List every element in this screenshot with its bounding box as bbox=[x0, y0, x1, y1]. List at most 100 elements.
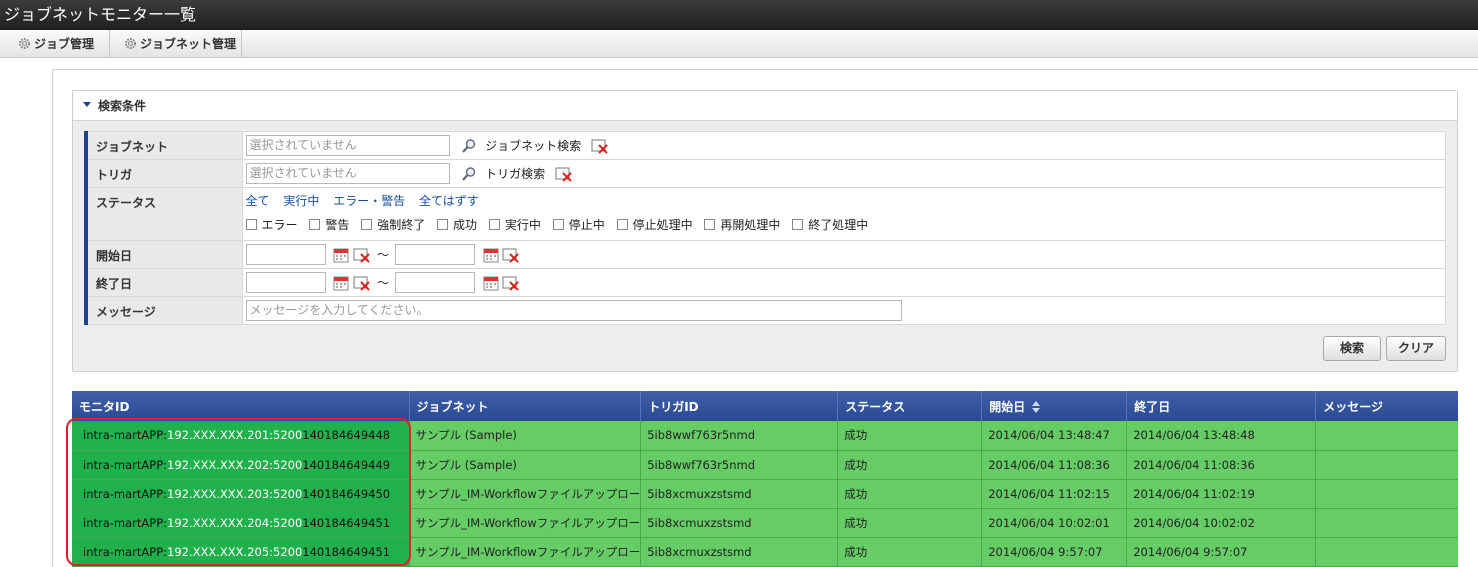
date-range-separator: 〜 bbox=[376, 248, 389, 262]
jobnet-search-link[interactable]: ジョブネット検索 bbox=[485, 139, 581, 153]
status-cell: 成功 bbox=[837, 537, 983, 567]
column-header-jobnet[interactable]: ジョブネット bbox=[409, 391, 642, 421]
message-input[interactable]: メッセージを入力してください。 bbox=[245, 300, 902, 321]
calendar-icon[interactable] bbox=[483, 275, 499, 291]
clear-icon[interactable] bbox=[555, 166, 573, 182]
search-icon[interactable] bbox=[461, 138, 477, 154]
table-row[interactable]: intra-martAPP:192.XXX.XXX.204:5200140184… bbox=[72, 508, 1458, 538]
start-date-cell: 2014/06/04 11:08:36 bbox=[981, 450, 1128, 480]
status-link-running[interactable]: 実行中 bbox=[283, 194, 319, 208]
results-table: モニタID ジョブネット トリガID ステータス 開始日 終了日 メッセージ i… bbox=[72, 391, 1458, 567]
message-cell bbox=[1315, 450, 1458, 480]
end-date-from-input[interactable] bbox=[245, 272, 326, 293]
end-date-label: 終了日 bbox=[84, 268, 243, 297]
message-cell bbox=[1315, 421, 1458, 451]
start-date-cell: 2014/06/04 10:02:01 bbox=[981, 508, 1128, 538]
status-cell: 成功 bbox=[837, 450, 983, 480]
status-checkbox-running[interactable] bbox=[488, 219, 500, 230]
end-date-to-input[interactable] bbox=[394, 272, 475, 293]
status-checkbox-ending[interactable] bbox=[792, 219, 804, 230]
clear-icon[interactable] bbox=[502, 275, 520, 291]
status-checkbox-warning[interactable] bbox=[309, 219, 321, 230]
table-row[interactable]: intra-martAPP:192.XXX.XXX.201:5200140184… bbox=[72, 421, 1458, 451]
date-range-separator: 〜 bbox=[376, 276, 389, 290]
monitor-id-cell[interactable]: intra-martAPP:192.XXX.XXX.203:5200140184… bbox=[72, 479, 410, 509]
jobnet-cell: サンプル_IM-Workflowファイルアップロー bbox=[409, 479, 642, 509]
trigger-id-cell: 5ib8xcmuxzstsmd bbox=[640, 508, 839, 538]
status-link-error-warning[interactable]: エラー・警告 bbox=[333, 194, 405, 208]
column-header-trigger-id[interactable]: トリガID bbox=[640, 391, 839, 421]
message-cell bbox=[1315, 479, 1458, 509]
status-link-all[interactable]: 全て bbox=[246, 194, 270, 208]
end-date-cell: 2014/06/04 10:02:02 bbox=[1126, 508, 1317, 538]
clear-icon[interactable] bbox=[502, 247, 520, 263]
jobnet-cell: サンプル_IM-Workflowファイルアップロー bbox=[409, 537, 642, 567]
status-cell: 成功 bbox=[837, 479, 983, 509]
jobnet-cell: サンプル (Sample) bbox=[409, 421, 642, 451]
menu-item-job-management[interactable]: ジョブ管理 bbox=[4, 30, 110, 58]
monitor-id-cell[interactable]: intra-martAPP:192.XXX.XXX.204:5200140184… bbox=[72, 508, 410, 538]
jobnet-cell: サンプル (Sample) bbox=[409, 450, 642, 480]
column-header-end-date[interactable]: 終了日 bbox=[1126, 391, 1317, 421]
status-cell: 成功 bbox=[837, 508, 983, 538]
message-cell bbox=[1315, 537, 1458, 567]
calendar-icon[interactable] bbox=[483, 247, 499, 263]
status-link-uncheck-all[interactable]: 全てはずす bbox=[419, 194, 479, 208]
status-label: ステータス bbox=[84, 187, 243, 241]
start-date-cell: 2014/06/04 11:02:15 bbox=[981, 479, 1128, 509]
trigger-id-cell: 5ib8wwf763r5nmd bbox=[640, 450, 839, 480]
monitor-id-cell[interactable]: intra-martAPP:192.XXX.XXX.202:5200140184… bbox=[72, 450, 410, 480]
status-checkbox-error[interactable] bbox=[245, 219, 257, 230]
end-date-cell: 2014/06/04 13:48:48 bbox=[1126, 421, 1317, 451]
clear-icon[interactable] bbox=[353, 247, 371, 263]
jobnet-input[interactable]: 選択されていません bbox=[245, 135, 450, 156]
monitor-id-cell[interactable]: intra-martAPP:192.XXX.XXX.201:5200140184… bbox=[72, 421, 410, 451]
status-checkbox-stopped[interactable] bbox=[552, 219, 564, 230]
column-header-status[interactable]: ステータス bbox=[837, 391, 983, 421]
start-date-to-input[interactable] bbox=[394, 244, 475, 265]
collapse-triangle-icon bbox=[83, 102, 91, 107]
gear-icon bbox=[19, 38, 30, 49]
status-checkbox-resuming[interactable] bbox=[704, 219, 716, 230]
column-header-monitor-id[interactable]: モニタID bbox=[72, 391, 410, 421]
menu-bar: ジョブ管理 ジョブネット管理 bbox=[0, 30, 1478, 58]
trigger-label: トリガ bbox=[84, 159, 243, 188]
sort-icon[interactable] bbox=[1032, 401, 1041, 413]
clear-icon[interactable] bbox=[591, 138, 609, 154]
start-date-cell: 2014/06/04 9:57:07 bbox=[981, 537, 1128, 567]
jobnet-cell: サンプル_IM-Workflowファイルアップロー bbox=[409, 508, 642, 538]
status-checkbox-forced-end[interactable] bbox=[361, 219, 373, 230]
jobnet-label: ジョブネット bbox=[84, 131, 243, 160]
status-checkbox-stopping[interactable] bbox=[616, 219, 628, 230]
column-header-start-date[interactable]: 開始日 bbox=[981, 391, 1128, 421]
message-label: メッセージ bbox=[84, 296, 243, 325]
table-row[interactable]: intra-martAPP:192.XXX.XXX.205:5200140184… bbox=[72, 537, 1458, 567]
trigger-input[interactable]: 選択されていません bbox=[245, 163, 450, 184]
end-date-cell: 2014/06/04 11:02:19 bbox=[1126, 479, 1317, 509]
message-cell bbox=[1315, 508, 1458, 538]
gear-icon bbox=[125, 38, 136, 49]
calendar-icon[interactable] bbox=[333, 275, 349, 291]
trigger-id-cell: 5ib8xcmuxzstsmd bbox=[640, 479, 839, 509]
column-header-message[interactable]: メッセージ bbox=[1315, 391, 1458, 421]
start-date-label: 開始日 bbox=[84, 240, 243, 269]
start-date-cell: 2014/06/04 13:48:47 bbox=[981, 421, 1128, 451]
start-date-from-input[interactable] bbox=[245, 244, 326, 265]
search-button[interactable]: 検索 bbox=[1323, 336, 1381, 361]
end-date-cell: 2014/06/04 9:57:07 bbox=[1126, 537, 1317, 567]
menu-item-jobnet-management[interactable]: ジョブネット管理 bbox=[110, 30, 242, 58]
search-conditions-title: 検索条件 bbox=[98, 99, 147, 113]
table-row[interactable]: intra-martAPP:192.XXX.XXX.202:5200140184… bbox=[72, 450, 1458, 480]
table-row[interactable]: intra-martAPP:192.XXX.XXX.203:5200140184… bbox=[72, 479, 1458, 509]
monitor-id-cell[interactable]: intra-martAPP:192.XXX.XXX.205:5200140184… bbox=[72, 537, 410, 567]
calendar-icon[interactable] bbox=[333, 247, 349, 263]
status-checkbox-success[interactable] bbox=[437, 219, 449, 230]
clear-icon[interactable] bbox=[353, 275, 371, 291]
window-title: ジョブネットモニター一覧 bbox=[0, 0, 1478, 30]
search-icon[interactable] bbox=[461, 166, 477, 182]
clear-button[interactable]: クリア bbox=[1386, 336, 1446, 361]
trigger-search-link[interactable]: トリガ検索 bbox=[485, 167, 545, 181]
menu-item-label: ジョブネット管理 bbox=[140, 37, 237, 51]
search-conditions-header[interactable]: 検索条件 bbox=[73, 91, 1457, 121]
trigger-id-cell: 5ib8xcmuxzstsmd bbox=[640, 537, 839, 567]
